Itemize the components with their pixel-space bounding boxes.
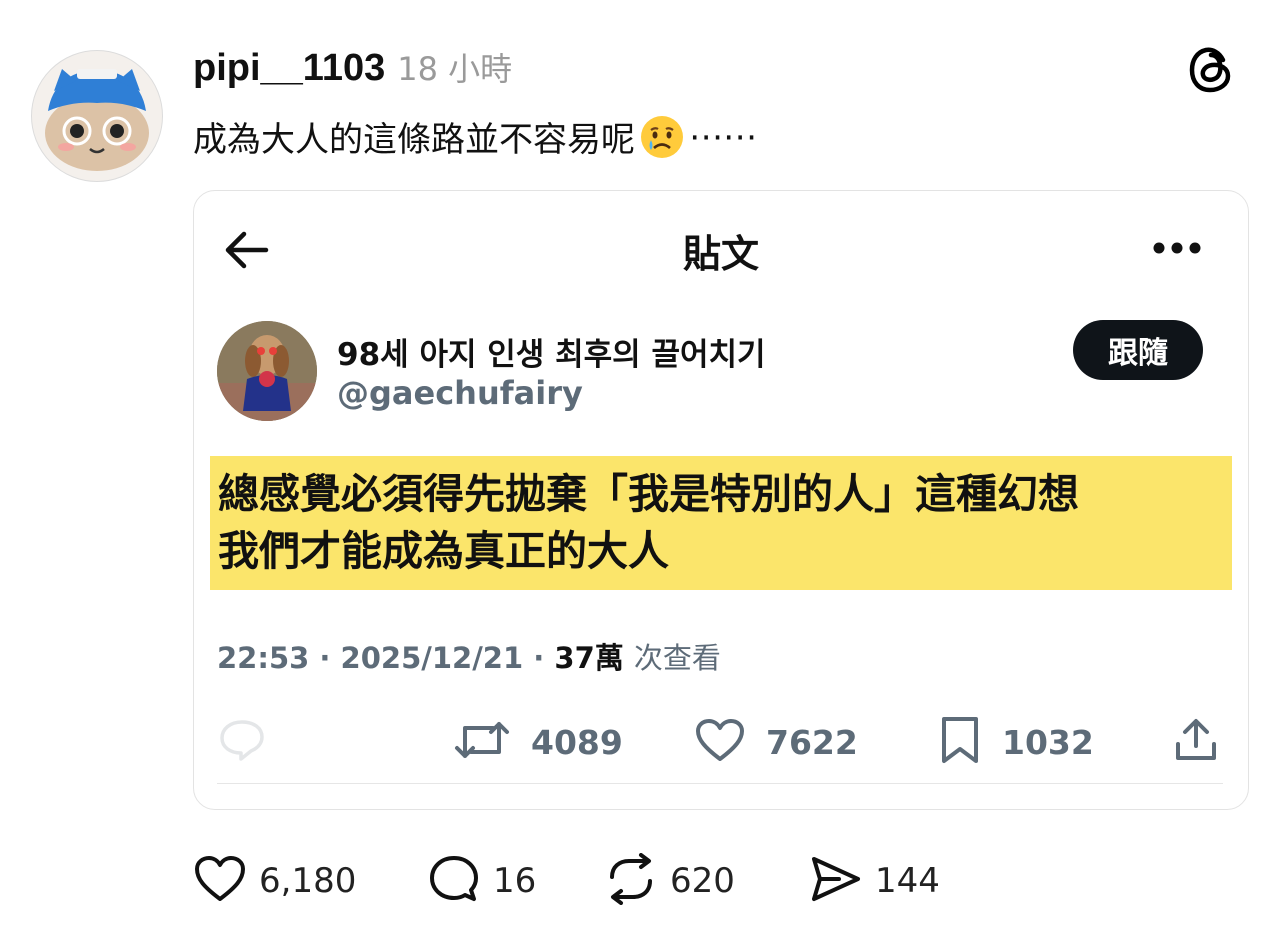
tweet-time: 22:53 bbox=[217, 641, 310, 675]
share-button[interactable] bbox=[1172, 712, 1220, 772]
bookmark-icon bbox=[938, 715, 982, 769]
author-handle[interactable]: @gaechufairy bbox=[337, 374, 583, 412]
view-count: 37萬 bbox=[554, 641, 624, 675]
tweet-text-line-1: 總感覺必須得先拋棄「我是特別的人」這種幻想 bbox=[218, 470, 1079, 518]
embedded-post-card[interactable]: 貼文 98세 아지 인생 최후의 끌어치기 @gaechufairy 跟隨 總感… bbox=[193, 190, 1249, 810]
post-header: pipi__1103 18 小時 bbox=[193, 44, 512, 94]
like-button[interactable]: 7622 bbox=[694, 712, 858, 772]
heart-icon bbox=[694, 717, 746, 767]
retweet-button[interactable]: 4089 bbox=[453, 712, 623, 772]
author-avatar[interactable] bbox=[217, 321, 317, 421]
tweet-date: 2025/12/21 bbox=[340, 641, 524, 675]
bookmark-button[interactable]: 1032 bbox=[938, 712, 1094, 772]
comment-icon bbox=[427, 853, 481, 909]
reply-button[interactable] bbox=[217, 712, 267, 772]
reply-icon bbox=[217, 717, 267, 767]
threads-icon[interactable] bbox=[1188, 44, 1236, 94]
post-time: 18 小時 bbox=[397, 50, 513, 88]
repost-button[interactable]: 620 bbox=[604, 853, 735, 909]
comment-count: 16 bbox=[493, 861, 537, 901]
username[interactable]: pipi__1103 bbox=[193, 47, 385, 90]
views-label: 次查看 bbox=[633, 641, 721, 675]
send-icon bbox=[809, 853, 863, 909]
retweet-count: 4089 bbox=[531, 722, 623, 762]
divider bbox=[217, 783, 1223, 784]
like-button[interactable]: 6,180 bbox=[193, 853, 356, 909]
post-caption: 成為大人的這條路並不容易呢 ⋯⋯ bbox=[193, 112, 757, 161]
like-count: 6,180 bbox=[259, 861, 357, 901]
caption-ellipsis: ⋯⋯ bbox=[689, 116, 757, 157]
repost-count: 620 bbox=[670, 861, 735, 901]
tweet-text-line-2: 我們才能成為真正的大人 bbox=[218, 527, 669, 575]
tweet-meta: 22:53 · 2025/12/21 · 37萬 次查看 bbox=[217, 641, 721, 675]
caption-text: 成為大人的這條路並不容易呢 bbox=[193, 120, 635, 160]
bookmark-count: 1032 bbox=[1002, 722, 1094, 762]
follow-button[interactable]: 跟隨 bbox=[1073, 320, 1203, 380]
retweet-icon bbox=[453, 718, 511, 766]
author-name[interactable]: 98세 아지 인생 최후의 끌어치기 bbox=[337, 329, 766, 374]
share-button[interactable]: 144 bbox=[809, 853, 940, 909]
page-title: 貼文 bbox=[682, 232, 759, 276]
tweet-text: 總感覺必須得先拋棄「我是特別的人」這種幻想 我們才能成為真正的大人 bbox=[218, 466, 1233, 580]
share-count: 144 bbox=[875, 861, 940, 901]
heart-icon bbox=[193, 854, 247, 908]
more-options-icon[interactable] bbox=[1149, 233, 1205, 263]
avatar[interactable] bbox=[31, 50, 163, 182]
repost-icon bbox=[604, 853, 658, 909]
crying-face-icon bbox=[639, 114, 685, 160]
comment-button[interactable]: 16 bbox=[427, 853, 536, 909]
like-count: 7622 bbox=[766, 722, 858, 762]
share-icon bbox=[1172, 716, 1220, 768]
